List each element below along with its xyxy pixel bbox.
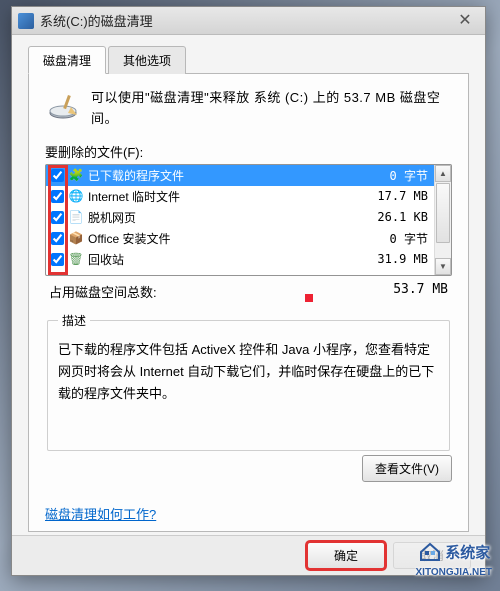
list-item[interactable]: 📄脱机网页26.1 KB	[46, 207, 434, 228]
intro-block: 可以使用"磁盘清理"来释放 系统 (C:) 上的 53.7 MB 磁盘空间。	[45, 88, 452, 130]
list-item[interactable]: 🗑回收站31.9 MB	[46, 249, 434, 270]
item-size: 17.7 MB	[358, 189, 428, 203]
dialog-buttons: 确定 取消	[12, 535, 485, 575]
list-item[interactable]: 🧩已下载的程序文件0 字节	[46, 165, 434, 186]
tab-strip: 磁盘清理 其他选项	[28, 45, 469, 74]
view-files-button[interactable]: 查看文件(V)	[362, 455, 452, 482]
tab-disk-cleanup[interactable]: 磁盘清理	[28, 46, 106, 74]
item-checkbox[interactable]	[51, 169, 64, 182]
scroll-up-icon[interactable]: ▲	[435, 165, 451, 182]
list-item[interactable]: 🌐Internet 临时文件17.7 MB	[46, 186, 434, 207]
description-text: 已下载的程序文件包括 ActiveX 控件和 Java 小程序，您查看特定网页时…	[58, 339, 439, 405]
tab-panel: 可以使用"磁盘清理"来释放 系统 (C:) 上的 53.7 MB 磁盘空间。 要…	[28, 74, 469, 532]
disk-broom-icon	[45, 88, 81, 124]
close-icon[interactable]: ✕	[451, 7, 479, 35]
annotation-marker	[305, 294, 313, 302]
scrollbar[interactable]: ▲ ▼	[434, 165, 451, 275]
cancel-button[interactable]: 取消	[393, 542, 471, 569]
scroll-down-icon[interactable]: ▼	[435, 258, 451, 275]
intro-text: 可以使用"磁盘清理"来释放 系统 (C:) 上的 53.7 MB 磁盘空间。	[91, 88, 452, 130]
description-legend: 描述	[58, 311, 90, 331]
item-size: 31.9 MB	[358, 252, 428, 266]
file-type-icon: 🌐	[68, 188, 84, 204]
list-label: 要删除的文件(F):	[45, 142, 452, 161]
item-name: Internet 临时文件	[88, 188, 358, 205]
item-checkbox[interactable]	[51, 232, 64, 245]
dialog-window: 系统(C:)的磁盘清理 ✕ 磁盘清理 其他选项 可以使用"磁盘清理"来释放 系统…	[11, 6, 486, 576]
item-checkbox[interactable]	[51, 253, 64, 266]
disk-cleanup-icon	[18, 13, 34, 29]
titlebar[interactable]: 系统(C:)的磁盘清理 ✕	[12, 7, 485, 35]
scroll-thumb[interactable]	[436, 183, 450, 243]
item-name: Office 安装文件	[88, 230, 358, 247]
item-size: 0 字节	[358, 167, 428, 184]
file-type-icon: 📄	[68, 209, 84, 225]
file-type-icon: 🧩	[68, 167, 84, 183]
window-title: 系统(C:)的磁盘清理	[40, 11, 451, 30]
description-group: 描述 已下载的程序文件包括 ActiveX 控件和 Java 小程序，您查看特定…	[47, 311, 450, 451]
item-name: 已下载的程序文件	[88, 167, 358, 184]
ok-button[interactable]: 确定	[307, 542, 385, 569]
item-checkbox[interactable]	[51, 211, 64, 224]
tab-other-options[interactable]: 其他选项	[108, 46, 186, 74]
file-type-icon: 🗑	[68, 251, 84, 267]
list-item[interactable]: 📦Office 安装文件0 字节	[46, 228, 434, 249]
item-size: 26.1 KB	[358, 210, 428, 224]
item-checkbox[interactable]	[51, 190, 64, 203]
file-list[interactable]: 🧩已下载的程序文件0 字节🌐Internet 临时文件17.7 MB📄脱机网页2…	[45, 164, 452, 276]
help-link[interactable]: 磁盘清理如何工作?	[45, 507, 156, 522]
file-type-icon: 📦	[68, 230, 84, 246]
item-size: 0 字节	[358, 230, 428, 247]
item-name: 脱机网页	[88, 209, 358, 226]
total-value: 53.7 MB	[393, 282, 448, 301]
item-name: 回收站	[88, 251, 358, 268]
total-label: 占用磁盘空间总数:	[49, 282, 157, 301]
